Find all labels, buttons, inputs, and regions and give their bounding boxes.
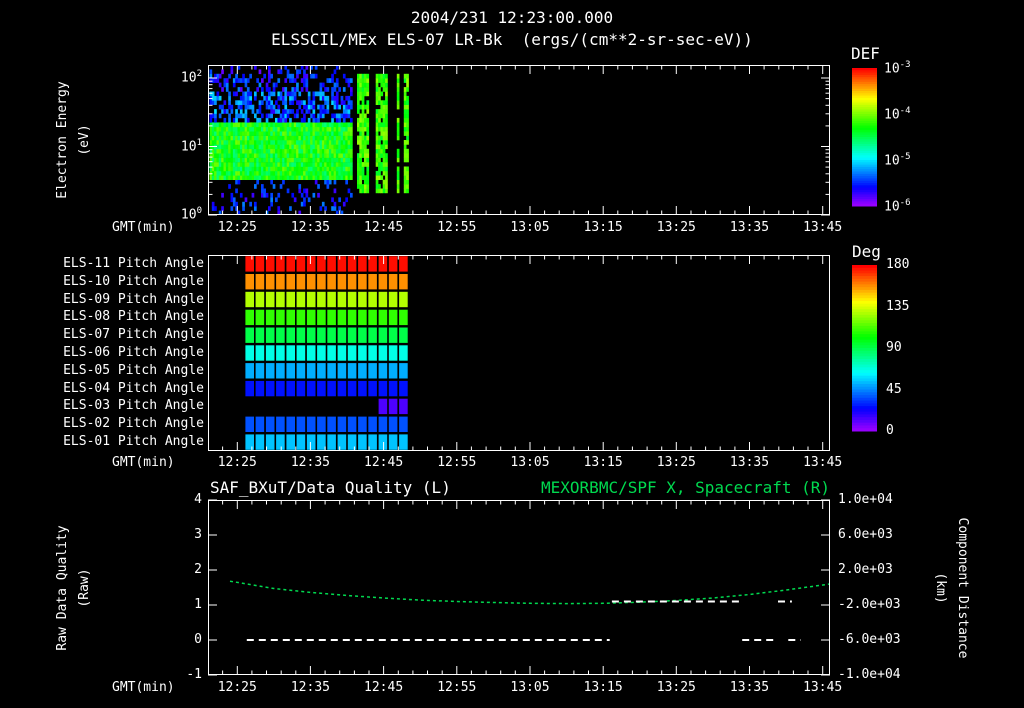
distance-tick-label: 2.0e+03	[838, 562, 893, 577]
distance-tick-label: -1.0e+04	[838, 667, 901, 682]
quality-tick-label: 3	[194, 527, 202, 542]
quality-tick-label: -1	[186, 667, 202, 682]
deg-colorbar-title: Deg	[852, 242, 881, 261]
pitch-angle-heatmap	[245, 256, 408, 450]
timestamp-title: 2004/231 12:23:00.000	[410, 8, 614, 27]
time-tick-label: 13:15	[583, 455, 623, 470]
time-tick-label: 13:35	[729, 680, 770, 695]
time-tick-label: 12:35	[290, 220, 330, 235]
time-tick-label: 13:45	[803, 220, 843, 235]
pitch-row-label: ELS-11 Pitch Angle	[63, 255, 204, 271]
time-tick-label: 12:25	[217, 220, 257, 235]
def-colorbar-tick-label: 10-4	[884, 106, 911, 123]
time-tick-label: 13:35	[729, 220, 770, 235]
p3-ylabel-right: Component Distance	[954, 517, 970, 659]
time-tick-label: 13:05	[510, 455, 550, 470]
p3-ylabel-left: Raw Data Quality	[55, 525, 71, 651]
quality-tick-label: 1	[194, 597, 202, 612]
time-tick-label: 13:05	[510, 680, 550, 695]
time-tick-label: 13:45	[803, 455, 843, 470]
time-tick-label: 12:55	[437, 680, 477, 695]
line-traces	[229, 580, 830, 641]
p3-ylabel-right-units: (km)	[932, 572, 948, 604]
time-tick-label: 13:15	[583, 680, 623, 695]
spectrogram-heatmap	[209, 65, 409, 215]
p3-ylabel-left-units: (Raw)	[77, 568, 93, 608]
energy-tick-label: 101	[180, 137, 202, 154]
deg-colorbar-tick-label: 180	[886, 257, 910, 272]
time-tick-label: 13:25	[656, 455, 696, 470]
pitch-row-label: ELS-04 Pitch Angle	[63, 380, 204, 396]
pitch-row-label: ELS-07 Pitch Angle	[63, 327, 204, 343]
time-tick-label: 12:45	[364, 455, 404, 470]
deg-colorbar	[852, 265, 877, 432]
deg-colorbar-tick-label: 135	[886, 298, 910, 314]
gmt-axis-label: GMT(min)	[112, 455, 175, 470]
p1-ylabel-units: (eV)	[77, 124, 93, 156]
distance-tick-label: -6.0e+03	[838, 632, 901, 647]
distance-tick-label: -2.0e+03	[838, 597, 901, 612]
def-colorbar-tick-label: 10-5	[884, 152, 911, 169]
time-tick-label: 12:55	[437, 455, 477, 470]
time-tick-label: 12:45	[364, 220, 404, 235]
time-tick-label: 12:25	[217, 455, 257, 470]
pitch-row-label: ELS-09 Pitch Angle	[63, 291, 204, 307]
pitch-row-label: ELS-05 Pitch Angle	[63, 362, 204, 378]
p3-right-title: MEXORBMC/SPF X, Spacecraft (R)	[541, 478, 830, 497]
energy-tick-label: 102	[180, 69, 202, 86]
deg-colorbar-tick-label: 45	[886, 381, 902, 397]
quality-tick-label: 2	[194, 562, 202, 577]
pitch-row-label: ELS-02 Pitch Angle	[63, 416, 204, 432]
time-tick-label: 12:35	[290, 455, 330, 470]
p1-ylabel: Electron Energy	[55, 81, 71, 199]
pitch-row-label: ELS-06 Pitch Angle	[63, 345, 204, 360]
time-tick-label: 13:35	[729, 455, 770, 470]
time-tick-label: 13:25	[656, 220, 696, 235]
quality-tick-label: 4	[194, 492, 202, 507]
energy-tick-label: 100	[180, 206, 202, 223]
time-tick-label: 12:35	[290, 680, 330, 695]
science-plot-screen: 2004/231 12:23:00.000 ELSSCIL/MEx ELS-07…	[0, 0, 1024, 708]
time-tick-label: 13:15	[583, 220, 623, 235]
time-tick-label: 12:45	[364, 680, 404, 695]
pitch-row-label: ELS-01 Pitch Angle	[63, 434, 204, 450]
time-tick-label: 13:05	[510, 220, 550, 235]
quality-tick-label: 0	[194, 632, 202, 647]
deg-colorbar-tick-label: 90	[886, 340, 902, 355]
distance-tick-label: 1.0e+04	[838, 492, 893, 507]
def-colorbar-tick-label: 10-3	[884, 60, 911, 77]
time-tick-label: 12:55	[437, 220, 477, 235]
deg-colorbar-tick-label: 0	[886, 423, 894, 438]
distance-tick-label: 6.0e+03	[838, 527, 893, 542]
def-colorbar-title: DEF	[851, 44, 880, 63]
pitch-row-label: ELS-10 Pitch Angle	[63, 273, 204, 289]
def-colorbar-tick-label: 10-6	[884, 198, 911, 215]
def-colorbar	[852, 68, 877, 207]
pitch-row-label: ELS-03 Pitch Angle	[63, 398, 204, 414]
time-tick-label: 13:25	[656, 680, 696, 695]
time-tick-label: 12:25	[217, 680, 257, 695]
pitch-row-label: ELS-08 Pitch Angle	[63, 309, 204, 325]
